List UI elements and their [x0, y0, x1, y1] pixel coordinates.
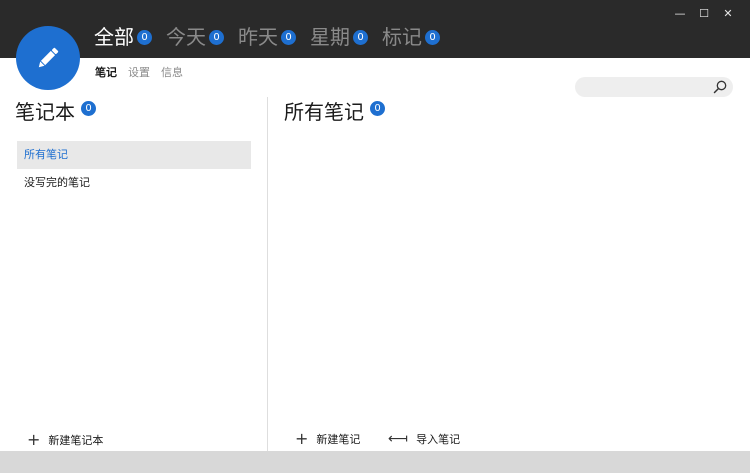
new-notebook-label: 新建笔记本: [48, 434, 104, 447]
import-arrow-icon: ⟻: [388, 431, 409, 447]
search-icon[interactable]: [712, 79, 728, 95]
subnav-settings[interactable]: 设置: [128, 66, 150, 80]
plus-icon: +: [295, 429, 309, 448]
new-note-button[interactable]: + 新建笔记: [295, 431, 360, 447]
close-button[interactable]: ✕: [716, 6, 740, 22]
count-badge: 0: [370, 100, 385, 116]
import-note-label: 导入笔记: [416, 433, 461, 446]
count-badge: 0: [281, 29, 296, 45]
bottom-bar: [0, 451, 750, 473]
count-badge: 0: [425, 29, 440, 45]
maximize-button[interactable]: ☐: [692, 6, 716, 22]
notebooks-title: 笔记本: [15, 100, 75, 124]
filter-label: 标记: [382, 25, 422, 49]
filter-marked[interactable]: 标记 0: [382, 25, 440, 49]
filter-label: 今天: [166, 25, 206, 49]
filter-yesterday[interactable]: 昨天 0: [238, 25, 296, 49]
minimize-button[interactable]: —: [668, 6, 692, 22]
notes-title: 所有笔记: [284, 100, 364, 124]
window-controls: — ☐ ✕: [668, 6, 740, 22]
notes-heading: 所有笔记 0: [284, 99, 385, 125]
pane-divider: [267, 97, 268, 451]
pencil-icon: [38, 47, 59, 68]
filter-today[interactable]: 今天 0: [166, 25, 224, 49]
sub-navigation: 笔记 设置 信息: [95, 66, 183, 80]
notebook-item-unfinished[interactable]: 没写完的笔记: [17, 169, 251, 197]
search-input[interactable]: [583, 79, 703, 95]
filter-label: 昨天: [238, 25, 278, 49]
filter-week[interactable]: 星期 0: [310, 25, 368, 49]
import-note-button[interactable]: ⟻ 导入笔记: [388, 431, 460, 447]
title-bar: — ☐ ✕ 全部 0 今天 0 昨天 0 星期 0 标记 0: [0, 0, 750, 58]
app-avatar[interactable]: [16, 26, 80, 90]
new-note-label: 新建笔记: [316, 433, 361, 446]
count-badge: 0: [209, 29, 224, 45]
filter-tabs: 全部 0 今天 0 昨天 0 星期 0 标记 0: [94, 22, 454, 52]
new-notebook-button[interactable]: + 新建笔记本: [27, 432, 103, 448]
notebook-item-all-notes[interactable]: 所有笔记: [17, 141, 251, 169]
count-badge: 0: [353, 29, 368, 45]
search-box: [575, 77, 733, 97]
filter-label: 全部: [94, 25, 134, 49]
plus-icon: +: [27, 430, 41, 449]
count-badge: 0: [81, 100, 96, 116]
filter-label: 星期: [310, 25, 350, 49]
count-badge: 0: [137, 29, 152, 45]
notebooks-heading: 笔记本 0: [15, 99, 96, 125]
subnav-notes[interactable]: 笔记: [95, 66, 117, 80]
filter-all[interactable]: 全部 0: [94, 25, 152, 49]
notebook-list: 所有笔记 没写完的笔记: [17, 141, 251, 197]
subnav-info[interactable]: 信息: [161, 66, 183, 80]
